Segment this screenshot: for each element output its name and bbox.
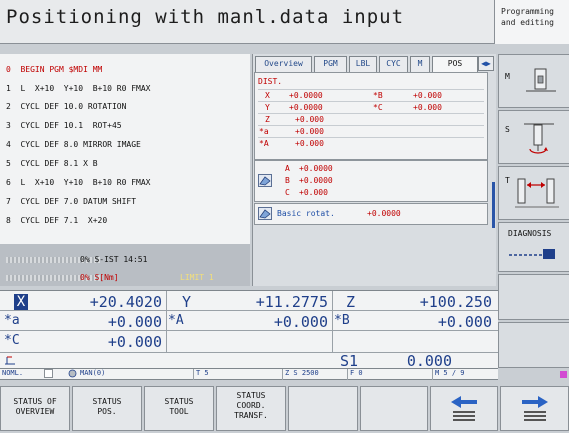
status-tool-softkey[interactable]: STATUS TOOL xyxy=(144,386,214,431)
m-function-icon xyxy=(526,68,556,92)
program-line[interactable]: 6 L X+10 Y+10 B+10 R0 FMAX xyxy=(6,178,151,187)
diagnosis-icon xyxy=(509,249,555,259)
tilt-value: +0.000 xyxy=(299,188,328,197)
tilt-axis: A xyxy=(285,164,290,173)
program-line[interactable]: 7 CYCL DEF 7.0 DATUM SHIFT xyxy=(6,197,136,206)
dist-axis: *a xyxy=(259,127,269,136)
tool-change-icon xyxy=(515,178,559,208)
alarm-indicator-icon xyxy=(560,371,567,378)
empty-softkey xyxy=(360,386,428,431)
axis-b-label[interactable]: *B xyxy=(334,313,350,328)
noml-indicator: NOML. xyxy=(2,369,24,377)
empty-softkey xyxy=(288,386,358,431)
dist-value: +0.000 xyxy=(295,127,324,136)
distance-panel: DIST. X +0.0000 *B +0.000 Y +0.0000 *C +… xyxy=(254,72,488,160)
tilt-value: +0.0000 xyxy=(299,164,333,173)
dist-axis: *C xyxy=(373,103,383,112)
diagnosis-softkey[interactable]: DIAGNOSIS xyxy=(498,222,569,272)
mode-line-2: and editing xyxy=(501,18,554,27)
dist-value: +0.000 xyxy=(413,103,442,112)
axis-c-value: +0.000 xyxy=(107,333,162,351)
tab-overview[interactable]: Overview xyxy=(255,56,312,73)
previous-softkey-row-button[interactable] xyxy=(430,386,498,431)
status-square xyxy=(44,369,53,378)
axis-x-value: +20.4020 xyxy=(89,293,162,311)
tilt-panel: A +0.0000 B +0.0000 C +0.000 xyxy=(254,160,488,202)
status-coord-transf-softkey[interactable]: STATUS COORD. TRANSF. xyxy=(216,386,286,431)
dist-axis: *A xyxy=(259,139,269,148)
program-line[interactable]: 0 BEGIN PGM $MDI MM xyxy=(6,65,102,74)
tab-m[interactable]: M xyxy=(410,56,430,73)
dist-label: DIST. xyxy=(258,77,283,86)
axis-y-value: +11.2775 xyxy=(255,293,328,311)
tilt-axis: C xyxy=(285,188,290,197)
program-line[interactable]: 4 CYCL DEF 8.0 MIRROR IMAGE xyxy=(6,140,141,149)
tab-pgm[interactable]: PGM xyxy=(314,56,347,73)
axis-A-value: +0.000 xyxy=(273,313,328,331)
program-line[interactable]: 1 L X+10 Y+10 B+10 R0 FMAX xyxy=(6,84,151,93)
tilted-plane-icon xyxy=(258,174,272,187)
operating-mode-title: Positioning with manl.data input xyxy=(6,6,405,28)
axis-b-value: +0.000 xyxy=(437,313,492,331)
dist-axis: X xyxy=(265,91,270,100)
tool-softkey[interactable]: T xyxy=(498,166,569,220)
program-line[interactable]: 3 CYCL DEF 10.1 ROT+45 xyxy=(6,121,122,130)
arrow-right-icon xyxy=(521,396,548,421)
arrow-left-icon xyxy=(451,396,477,421)
programming-mode-indicator[interactable]: Programming and editing xyxy=(494,0,569,44)
tab-lbl[interactable]: LBL xyxy=(349,56,377,73)
limit-text: LIMIT 1 xyxy=(180,273,214,282)
tab-cyc[interactable]: CYC xyxy=(379,56,408,73)
empty-softkey xyxy=(498,274,569,320)
tool-indicator: T 5 xyxy=(196,369,209,377)
axis-y-label[interactable]: Y xyxy=(182,293,191,311)
dist-value: +0.000 xyxy=(413,91,442,100)
program-listing[interactable]: 0 BEGIN PGM $MDI MM 1 L X+10 Y+10 B+10 R… xyxy=(0,54,250,244)
axis-z-value: +100.250 xyxy=(419,293,492,311)
status-scrollbar[interactable] xyxy=(492,182,495,228)
spindle-softkey[interactable]: S xyxy=(498,110,569,164)
status-pos-softkey[interactable]: STATUS POS. xyxy=(72,386,142,431)
basic-rotation-panel: Basic rotat. +0.0000 xyxy=(254,203,488,225)
handwheel-icon xyxy=(68,369,77,378)
basic-rotation-value: +0.0000 xyxy=(367,209,401,218)
dist-value: +0.0000 xyxy=(289,91,323,100)
spindle-torque-text: 0% S[Nm] xyxy=(80,273,119,282)
program-line[interactable]: 2 CYCL DEF 10.0 ROTATION xyxy=(6,102,126,111)
dist-value: +0.000 xyxy=(295,115,324,124)
tab-pos[interactable]: POS xyxy=(432,56,478,73)
status-overview-softkey[interactable]: STATUS OF OVERVIEW xyxy=(0,386,70,431)
spindle-orientation-icon xyxy=(3,354,17,366)
axis-a-value: +0.000 xyxy=(107,313,162,331)
dist-value: +0.0000 xyxy=(289,103,323,112)
empty-softkey xyxy=(498,322,569,368)
dist-axis: *B xyxy=(373,91,383,100)
axis-A-label[interactable]: *A xyxy=(168,313,184,328)
manual-mode-indicator: MAN(0) xyxy=(80,369,106,377)
m-function-softkey[interactable]: M xyxy=(498,54,569,108)
axis-z-label[interactable]: Z xyxy=(346,293,355,311)
dist-axis: Y xyxy=(265,103,270,112)
mode-line-1: Programming xyxy=(501,7,554,16)
rotation-icon xyxy=(258,207,272,220)
override-text: 0% S-IST 14:51 xyxy=(80,255,148,264)
tilt-axis: B xyxy=(285,176,290,185)
dist-value: +0.000 xyxy=(295,139,324,148)
tab-scroll-arrows-icon[interactable]: ◀▶ xyxy=(478,56,494,71)
axis-c-label[interactable]: *C xyxy=(4,333,20,348)
program-line[interactable]: 8 CYCL DEF 7.1 X+20 xyxy=(6,216,107,225)
next-softkey-row-button[interactable] xyxy=(500,386,569,431)
feed-indicator: F 0 xyxy=(350,369,363,377)
dist-axis: Z xyxy=(265,115,270,124)
axis-a-label[interactable]: *a xyxy=(4,313,20,328)
spindle-icon xyxy=(524,123,554,154)
axis-x-label[interactable]: X xyxy=(14,294,28,310)
basic-rotation-label: Basic rotat. xyxy=(277,209,335,218)
m-function-indicator: M 5 / 9 xyxy=(435,369,465,377)
spindle-speed-indicator: Z S 2500 xyxy=(285,369,319,377)
tilt-value: +0.0000 xyxy=(299,176,333,185)
program-line[interactable]: 5 CYCL DEF 8.1 X B xyxy=(6,159,98,168)
